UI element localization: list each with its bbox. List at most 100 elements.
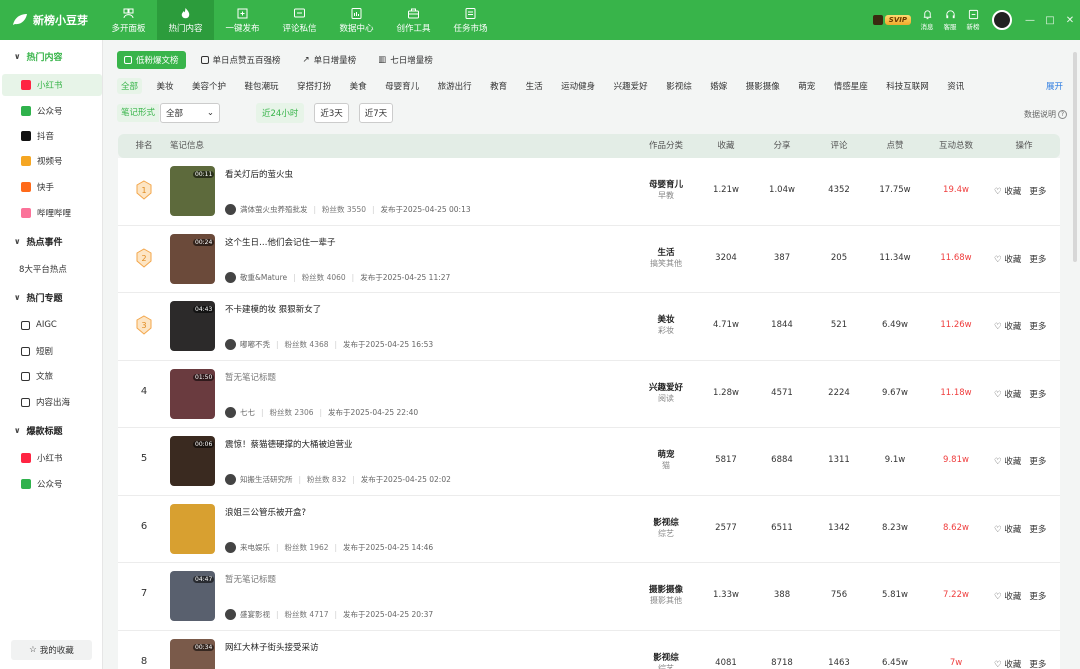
note-thumbnail[interactable]: 00:06 [170,436,215,486]
more-button[interactable]: 更多 [1029,388,1046,400]
time-7d[interactable]: 近7天 [358,103,394,123]
nav-multi-panel[interactable]: 多开面板 [100,0,157,40]
tab-daily-top500-likes[interactable]: 单日点赞五百强榜 [194,51,288,69]
table-row[interactable]: 4 01:50 暂无笔记标题 七七 | 粉丝数 2306 | 发布于 2025-04-25 22… [118,360,1060,428]
category-chip[interactable]: 美食 [346,78,371,94]
note-title[interactable]: 这个生日…他们会记住一辈子 [225,236,336,248]
table-row[interactable]: 2 00:24 这个生日…他们会记住一辈子 敬重&Mature | 粉丝数 4060 | 发布… [118,225,1060,293]
note-thumbnail[interactable]: 00:34 [170,638,215,669]
nav-publish[interactable]: 一键发布 [214,0,271,40]
table-row[interactable]: 3 04:43 不卡建模的妆 狠狠新女了 嘟嘟不秃 | 粉丝数 4368 | 发布于 2025-… [118,293,1060,361]
nav-data-center[interactable]: 数据中心 [328,0,385,40]
favorite-button[interactable]: ♡ 收藏 [994,590,1021,602]
more-button[interactable]: 更多 [1029,590,1046,602]
time-24h[interactable]: 近24小时 [256,103,305,123]
note-title[interactable]: 暂无笔记标题 [225,573,276,585]
category-chip[interactable]: 情感星座 [830,78,872,94]
tab-low-fan-viral[interactable]: 低粉爆文榜 [117,51,186,69]
more-button[interactable]: 更多 [1029,455,1046,467]
nav-task-market[interactable]: 任务市场 [442,0,499,40]
author-name[interactable]: 七七 [240,407,255,418]
table-row[interactable]: 5 00:06 震惊！蔡猫德硬撑的大桶被迫营业 知搬生活研究所 | 粉丝数 832 | 发布于… [118,428,1060,496]
category-chip[interactable]: 美妆 [153,78,178,94]
note-thumbnail[interactable]: 04:47 [170,571,215,621]
note-title[interactable]: 不卡建模的妆 狠狠新女了 [225,303,321,315]
category-chip[interactable]: 婚嫁 [706,78,731,94]
col-shares[interactable]: 分享 [773,134,790,158]
col-total-interactions[interactable]: 互动总数 [939,134,973,158]
sidebar-item-xiaohongshu[interactable]: 小红书 [2,74,102,96]
note-title[interactable]: 震惊！蔡猫德硬撑的大桶被迫营业 [225,438,353,450]
sidebar-item-kuaishou[interactable]: 快手 [0,176,103,198]
note-format-select[interactable]: 全部 ⌄ [160,103,221,123]
svip-badge[interactable]: SVIP [872,15,911,25]
sidebar-group-hot-topics[interactable]: ∨ 热门专题 [0,287,103,307]
favorite-button[interactable]: ♡ 收藏 [994,658,1021,669]
note-title[interactable]: 暂无笔记标题 [225,371,276,383]
col-comments[interactable]: 评论 [830,134,847,158]
minimize-icon[interactable]: — [1020,15,1040,26]
category-chip[interactable]: 运动健身 [557,78,599,94]
favorite-button[interactable]: ♡ 收藏 [994,388,1021,400]
category-chip[interactable]: 生活 [522,78,547,94]
sidebar-item-short-drama[interactable]: 短剧 [0,340,103,362]
scrollbar[interactable] [1073,52,1077,262]
more-button[interactable]: 更多 [1029,320,1046,332]
tab-seven-day-increment[interactable]: ▥ 七日增量榜 [371,51,440,69]
note-title[interactable]: 网红大林子街头接受采访 [225,641,319,653]
sidebar-item-titles-wechat[interactable]: 公众号 [0,473,103,495]
table-row[interactable]: 8 00:34 网红大林子街头接受采访 影视综 综艺 4081 8718 1463 6.45w 7… [118,630,1060,669]
favorite-button[interactable]: ♡ 收藏 [994,455,1021,467]
category-chip[interactable]: 萌宠 [794,78,819,94]
author-name[interactable]: 嘟嘟不秃 [240,339,270,350]
category-chip[interactable]: 穿搭打扮 [293,78,335,94]
time-3d[interactable]: 近3天 [314,103,349,123]
author-name[interactable]: 满体萤火虫养殖批发 [240,204,308,215]
category-chip[interactable]: 鞋包潮玩 [241,78,283,94]
favorite-button[interactable]: ♡ 收藏 [994,185,1021,197]
more-button[interactable]: 更多 [1029,185,1046,197]
more-button[interactable]: 更多 [1029,253,1046,265]
maximize-icon[interactable]: □ [1040,15,1060,26]
sidebar-group-hot-events[interactable]: ∨ 热点事件 [0,231,103,251]
category-chip[interactable]: 教育 [486,78,511,94]
nav-hot-content[interactable]: 热门内容 [157,0,214,40]
category-chip[interactable]: 全部 [117,78,143,94]
more-button[interactable]: 更多 [1029,658,1046,669]
author-name[interactable]: 盛宴影视 [240,609,270,620]
note-thumbnail[interactable]: 00:11 [170,166,215,216]
support-button[interactable]: 客服 [940,9,960,31]
table-row[interactable]: 6 浪姐三公管乐被开盒? 来电娱乐 | 粉丝数 1962 | 发布于 2025-04-25 1… [118,495,1060,563]
tab-daily-increment[interactable]: ↗ 单日增量榜 [296,51,364,69]
user-avatar[interactable] [992,10,1012,30]
category-chip[interactable]: 摄影摄像 [742,78,784,94]
sidebar-item-titles-xiaohongshu[interactable]: 小红书 [0,447,103,469]
my-favorites-button[interactable]: ☆ 我的收藏 [11,640,92,660]
note-thumbnail[interactable]: 04:43 [170,301,215,351]
sidebar-item-8-platform-hot[interactable]: 8大平台热点 [0,258,103,280]
category-chip[interactable]: 科技互联网 [882,78,933,94]
table-row[interactable]: 7 04:47 暂无笔记标题 盛宴影视 | 粉丝数 4717 | 发布于 2025-04-25 … [118,563,1060,631]
col-favorites[interactable]: 收藏 [717,134,734,158]
sidebar-item-channels[interactable]: 视频号 [0,150,103,172]
favorite-button[interactable]: ♡ 收藏 [994,523,1021,535]
sidebar-item-culture-travel[interactable]: 文旅 [0,365,103,387]
category-chip[interactable]: 资讯 [943,78,968,94]
category-chip[interactable]: 母婴育儿 [381,78,423,94]
favorite-button[interactable]: ♡ 收藏 [994,253,1021,265]
favorite-button[interactable]: ♡ 收藏 [994,320,1021,332]
sidebar-item-wechat-mp[interactable]: 公众号 [0,100,103,122]
expand-link[interactable]: 展开 [1042,78,1067,94]
sidebar-item-aigc[interactable]: AIGC [0,314,103,336]
author-name[interactable]: 知搬生活研究所 [240,474,293,485]
sidebar-group-hot-content[interactable]: ∨ 热门内容 [0,46,103,66]
message-button[interactable]: 消息 [917,9,937,31]
sidebar-item-bilibili[interactable]: 哔哩哔哩 [0,202,103,224]
note-thumbnail[interactable]: 00:24 [170,233,215,284]
col-likes[interactable]: 点赞 [886,134,903,158]
author-name[interactable]: 来电娱乐 [240,542,270,553]
more-button[interactable]: 更多 [1029,523,1046,535]
category-chip[interactable]: 旅游出行 [434,78,476,94]
table-row[interactable]: 1 00:11 看关灯后的萤火虫 满体萤火虫养殖批发 | 粉丝数 3550 | 发布于 2025… [118,158,1060,226]
note-thumbnail[interactable] [170,503,215,554]
